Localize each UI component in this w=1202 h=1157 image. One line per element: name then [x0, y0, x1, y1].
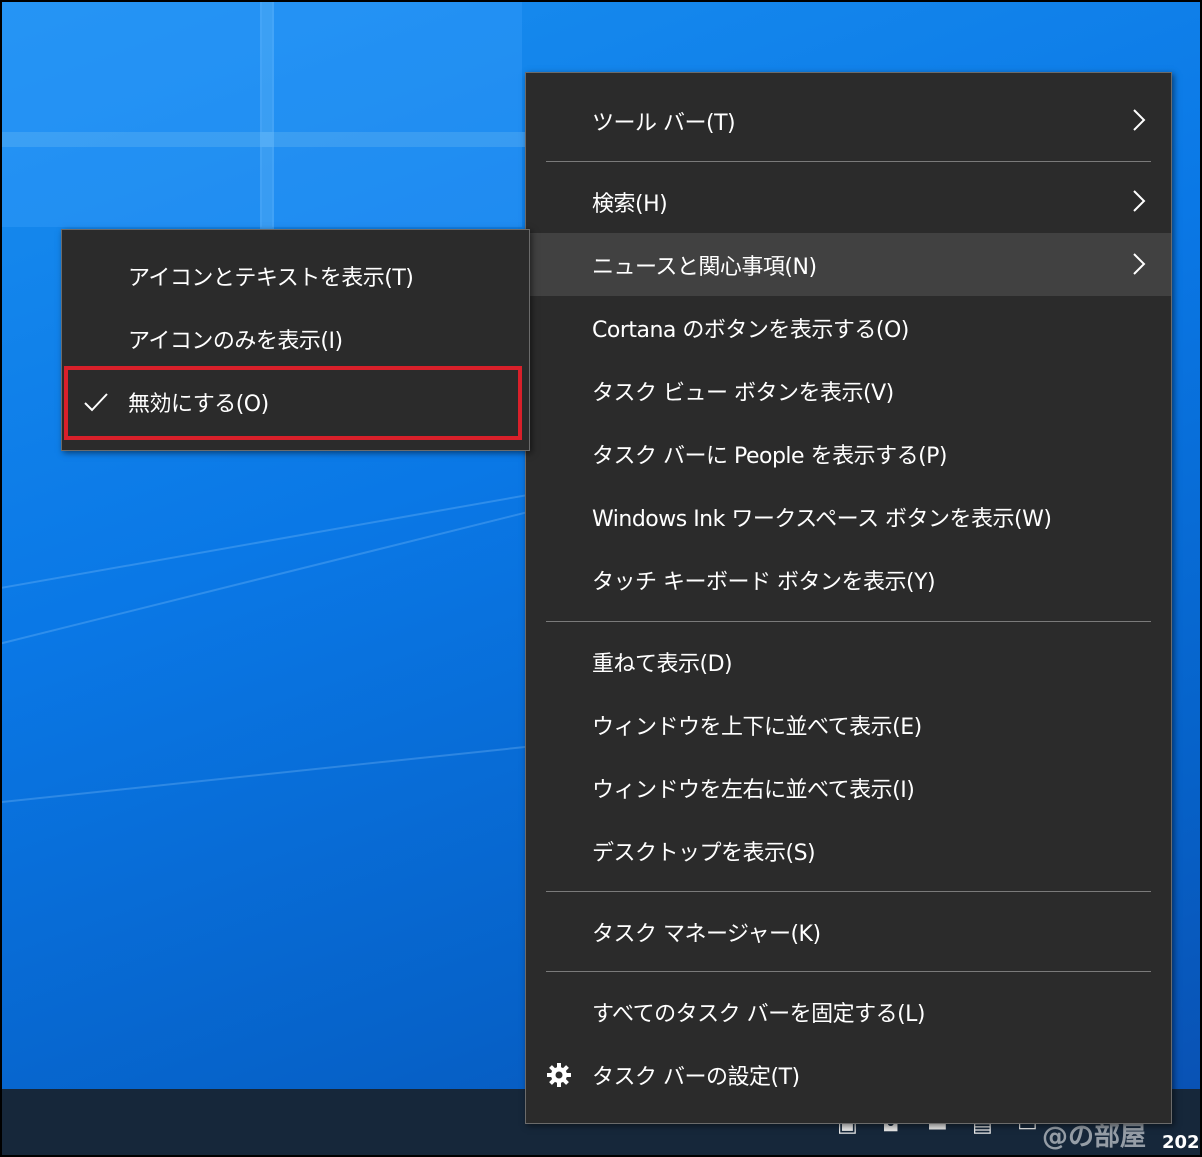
wallpaper-pane: [2, 147, 262, 227]
menu-item-task-manager[interactable]: タスク マネージャー(K): [526, 900, 1171, 963]
menu-item-label: タスク ビュー ボタンを表示(V): [592, 380, 894, 406]
menu-item-people[interactable]: タスク バーに People を表示する(P): [526, 422, 1171, 485]
menu-item-label: 検索(H): [592, 191, 668, 217]
menu-separator: [546, 621, 1151, 622]
menu-item-cascade-windows[interactable]: 重ねて表示(D): [526, 630, 1171, 693]
menu-item-label: アイコンとテキストを表示(T): [128, 265, 414, 291]
submenu-item-show-icon-only[interactable]: アイコンのみを表示(I): [62, 307, 529, 370]
menu-item-label: タスク バーの設定(T): [592, 1064, 800, 1090]
menu-item-lock-taskbars[interactable]: すべてのタスク バーを固定する(L): [526, 980, 1171, 1043]
menu-item-label: Cortana のボタンを表示する(O): [592, 317, 909, 343]
menu-item-label: タスク マネージャー(K): [592, 921, 821, 947]
menu-separator: [546, 161, 1151, 162]
taskbar-context-menu: ツール バー(T) 検索(H) ニュースと関心事項(N) Cortana のボタ…: [525, 72, 1172, 1124]
menu-item-windows-ink[interactable]: Windows Ink ワークスペース ボタンを表示(W): [526, 485, 1171, 548]
wallpaper-beam: [260, 2, 274, 232]
menu-item-toolbars[interactable]: ツール バー(T): [526, 89, 1171, 152]
menu-separator: [546, 971, 1151, 972]
menu-item-cortana-button[interactable]: Cortana のボタンを表示する(O): [526, 296, 1171, 359]
menu-item-label: すべてのタスク バーを固定する(L): [592, 1001, 926, 1027]
menu-item-label: Windows Ink ワークスペース ボタンを表示(W): [592, 506, 1052, 532]
menu-item-show-desktop[interactable]: デスクトップを表示(S): [526, 819, 1171, 882]
menu-item-task-view-button[interactable]: タスク ビュー ボタンを表示(V): [526, 359, 1171, 422]
gear-icon: [547, 1063, 571, 1087]
submenu-item-show-icon-and-text[interactable]: アイコンとテキストを表示(T): [62, 244, 529, 307]
menu-item-stack-windows[interactable]: ウィンドウを上下に並べて表示(E): [526, 693, 1171, 756]
clock-partial[interactable]: 202: [1162, 1132, 1200, 1153]
menu-item-touch-keyboard[interactable]: タッチ キーボード ボタンを表示(Y): [526, 548, 1171, 611]
menu-item-label: タスク バーに People を表示する(P): [592, 443, 948, 469]
menu-item-label: ニュースと関心事項(N): [592, 254, 817, 280]
menu-item-label: タッチ キーボード ボタンを表示(Y): [592, 569, 936, 595]
menu-item-label: ウィンドウを上下に並べて表示(E): [592, 714, 922, 740]
highlight-annotation-box: [64, 366, 522, 440]
wallpaper-beam: [2, 132, 527, 147]
menu-item-label: デスクトップを表示(S): [592, 840, 816, 866]
wallpaper-pane: [272, 147, 522, 227]
menu-item-label: 重ねて表示(D): [592, 651, 733, 677]
menu-item-label: アイコンのみを表示(I): [128, 328, 343, 354]
wallpaper-pane: [272, 2, 522, 132]
chevron-right-icon: [1133, 190, 1146, 212]
menu-item-search[interactable]: 検索(H): [526, 170, 1171, 233]
menu-item-label: ウィンドウを左右に並べて表示(I): [592, 777, 915, 803]
desktop-screenshot-frame: ⌃ ▣ ◘ ▬ ▤ ▭ @の部屋 202 ツール バー(T) 検索(H) ニュー…: [0, 0, 1202, 1157]
menu-item-taskbar-settings[interactable]: タスク バーの設定(T): [526, 1043, 1171, 1106]
menu-item-side-by-side-windows[interactable]: ウィンドウを左右に並べて表示(I): [526, 756, 1171, 819]
chevron-right-icon: [1133, 109, 1146, 131]
menu-separator: [546, 891, 1151, 892]
chevron-right-icon: [1133, 253, 1146, 275]
menu-item-news-and-interests[interactable]: ニュースと関心事項(N): [526, 233, 1171, 296]
menu-item-label: ツール バー(T): [592, 110, 736, 136]
wallpaper-pane: [2, 2, 262, 132]
